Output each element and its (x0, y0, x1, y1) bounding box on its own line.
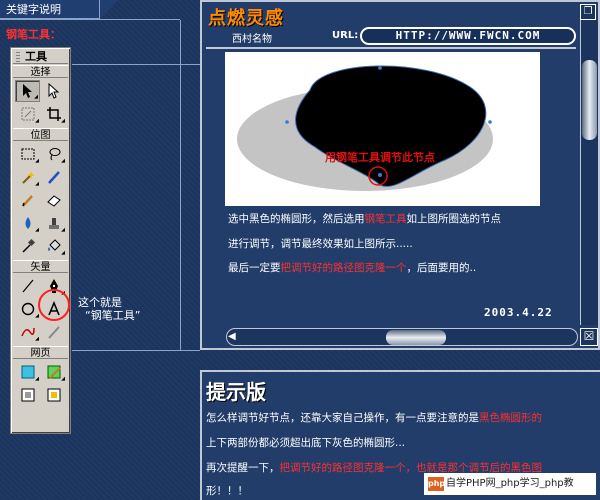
section-web: 网页 (13, 346, 68, 359)
paint-bucket-tool-button[interactable]: ◢ (41, 235, 66, 257)
tip-line-2: 上下两部份都必须超出底下灰色的椭圆形... (206, 437, 406, 449)
freeform-icon (20, 327, 35, 337)
tip-text: 再次提醒一下， (206, 462, 280, 474)
pointer-tool-button[interactable]: ◢ (15, 80, 40, 102)
publish-date: 2003.4.22 (484, 306, 553, 319)
stamp-icon (48, 218, 59, 229)
ellipse-tool-button[interactable]: ◢ (15, 298, 40, 320)
url-label: URL: (332, 30, 359, 41)
section-select: 选择 (13, 65, 68, 78)
body-line-3: 最后一定要把调节好的路径图克隆一个，后面要用的.. (228, 260, 476, 275)
brand-subtitle: 西村名物 (232, 34, 272, 45)
tools-panel-title[interactable]: 工具 (13, 50, 68, 64)
rubber-stamp-tool-button[interactable]: ◢ (41, 212, 66, 234)
knife-icon (47, 326, 60, 339)
eyedropper-icon (21, 238, 35, 253)
scroll-left-arrow-icon[interactable]: ◀ (228, 330, 238, 344)
drop-icon (25, 217, 30, 229)
pen-tool-heading: 钢笔工具： (6, 28, 61, 41)
pen-tool-highlight-circle (38, 289, 70, 321)
brand-logo: 点燃灵感 (208, 8, 284, 29)
eraser-tool-button[interactable] (41, 189, 66, 211)
body-line-2: 进行调节，调节最终效果如上图所示..... (228, 238, 413, 250)
path-node (488, 120, 492, 124)
tools-panel-title-label: 工具 (25, 50, 47, 63)
crop-icon (46, 107, 61, 121)
slice-tool-button[interactable]: ◢ (41, 361, 66, 383)
php-logo-icon: php (428, 477, 445, 491)
hotspot-icon (21, 365, 34, 379)
ellipse-illustration (237, 65, 493, 191)
line-tool-button[interactable] (15, 275, 40, 297)
marquee-icon (21, 148, 34, 160)
url-link[interactable]: HTTP://WWW.FWCN.COM (360, 27, 576, 45)
lasso-icon (49, 148, 60, 161)
marquee-tool-button[interactable]: ◢ (15, 143, 40, 165)
brush-icon (47, 171, 60, 184)
body-highlight: 把调节好的路径图克隆一个 (280, 262, 407, 274)
path-node-selected (378, 173, 382, 177)
slice-icon (47, 365, 61, 379)
body-line-1: 选中黑色的椭圆形，然后选用钢笔工具如上图所圈选的节点 (228, 211, 501, 226)
tip-highlight: 黑色椭圆形的 (479, 412, 542, 424)
canvas-annotation: 用钢笔工具调节此节点 (325, 151, 435, 164)
body-text: 最后一定要 (228, 262, 281, 274)
vertical-scroll-thumb[interactable] (582, 60, 597, 140)
paint-bucket-icon (47, 239, 61, 251)
pencil-icon (21, 195, 33, 207)
body-text: 如上图所圈选的节点 (406, 213, 502, 225)
guide-line (180, 20, 181, 350)
site-watermark: 自学PHP网_php学习_php教 (424, 473, 596, 495)
tab-keyword-explanation[interactable]: 关键字说明 (0, 0, 100, 19)
section-bitmap: 位图 (13, 128, 68, 141)
hide-slices-icon (21, 388, 34, 402)
horizontal-scroll-thumb[interactable] (386, 330, 446, 345)
pencil-tool-button[interactable] (15, 189, 40, 211)
body-highlight: 钢笔工具 (364, 213, 407, 225)
body-text: 选中黑色的椭圆形，然后选用 (228, 213, 365, 225)
show-slices-button[interactable] (41, 384, 66, 406)
lasso-tool-button[interactable]: ◢ (41, 143, 66, 165)
hotspot-tool-button[interactable]: ◢ (15, 361, 40, 383)
tip-line-1: 怎么样调节好节点，还靠大家自己操作，有一点要注意的是黑色椭圆形的 (206, 410, 542, 425)
freeform-tool-button[interactable]: ◢ (15, 321, 40, 343)
magic-wand-tool-button[interactable]: ◢ (15, 166, 40, 188)
tip-text: 怎么样调节好节点，还靠大家自己操作，有一点要注意的是 (206, 412, 479, 424)
guide-line (72, 350, 200, 351)
hide-slices-button[interactable] (15, 384, 40, 406)
tip-line-4: 形！！！ (206, 485, 248, 497)
scale-tool-button[interactable]: ◢ (15, 103, 40, 125)
header-divider (206, 47, 576, 49)
knife-tool-button[interactable] (41, 321, 66, 343)
subselect-tool-button[interactable] (41, 80, 66, 102)
crop-tool-button[interactable]: ◢ (41, 103, 66, 125)
section-vector: 矢量 (13, 260, 68, 273)
line-icon (22, 279, 33, 293)
tips-title: 提示版 (206, 380, 266, 404)
path-node (378, 66, 382, 70)
maximize-icon: ❐ (583, 6, 593, 17)
path-node (285, 120, 289, 124)
ellipse-icon (21, 302, 34, 316)
pen-callout-line2: “钢笔工具” (85, 309, 141, 322)
illustration-canvas (225, 52, 540, 206)
blur-tool-button[interactable]: ◢ (15, 212, 40, 234)
close-box-icon[interactable]: ☒ (580, 328, 598, 346)
body-text: ，后面要用的.. (406, 262, 477, 274)
subselect-icon (48, 83, 59, 99)
grip-icon[interactable] (16, 52, 20, 62)
tab-notch (100, 0, 118, 19)
tools-panel: 工具 选择 ◢ ◢ ◢ 位图 ◢ ◢ ◢ ◢ ◢ ◢ 矢量 ◢ ◢ ◢ 网页 ◢… (10, 47, 71, 434)
magic-wand-icon (21, 171, 35, 184)
eraser-icon (46, 195, 61, 207)
tab-divider (0, 19, 180, 20)
scale-icon (21, 107, 34, 121)
show-slices-icon (47, 388, 60, 402)
pointer-icon (22, 84, 32, 98)
eyedropper-tool-button[interactable] (15, 235, 40, 257)
brush-tool-button[interactable] (41, 166, 66, 188)
maximize-button[interactable]: ❐ (580, 4, 596, 20)
